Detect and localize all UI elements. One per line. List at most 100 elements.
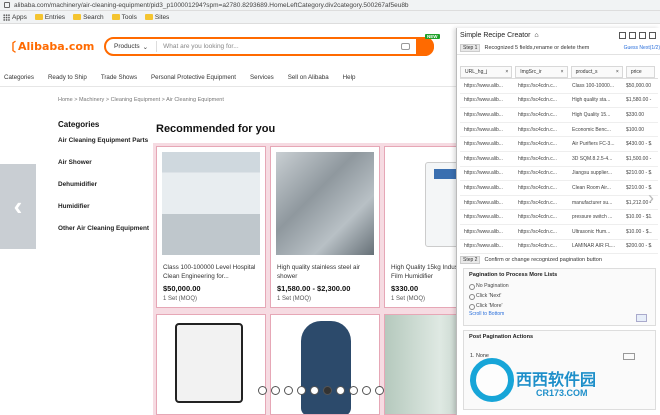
table-cell: $200.00 - $...	[626, 243, 652, 250]
column-header[interactable]: price	[625, 66, 655, 78]
url-text[interactable]: alibaba.com/machinery/air-cleaning-equip…	[14, 2, 409, 9]
pagination-option[interactable]: Click 'Next'	[464, 291, 655, 301]
step2-badge: Step 2	[460, 256, 481, 264]
carousel-dot[interactable]	[336, 386, 345, 395]
table-cell: https://sc4cdn.c...	[518, 199, 557, 206]
table-cell: https://www.alib...	[464, 243, 503, 250]
table-cell: Jiangsu supplier...	[572, 170, 613, 177]
search-category-select[interactable]: Products ⌄	[106, 41, 158, 52]
column-header[interactable]: ImgSrc_ir ×	[515, 66, 568, 78]
carousel-dot-active[interactable]	[323, 386, 332, 395]
bookmark-tools[interactable]: Tools	[111, 14, 137, 21]
table-cell: https://www.alib...	[464, 141, 503, 148]
product-card[interactable]	[153, 311, 269, 415]
product-card[interactable]: High quality stainless steel air shower …	[267, 143, 383, 311]
category-item[interactable]: Other Air Cleaning Equipment	[58, 225, 150, 233]
nav-services[interactable]: Services	[250, 74, 288, 81]
carousel-dot[interactable]	[310, 386, 319, 395]
panel-header: Simple Recipe Creator ⌂	[457, 28, 660, 42]
product-image[interactable]	[175, 323, 243, 403]
undock-icon[interactable]	[629, 31, 636, 39]
carousel-dot[interactable]	[362, 386, 371, 395]
scroll-to-bottom-option[interactable]: Scroll to Bottom	[464, 311, 655, 317]
product-name[interactable]: Class 100-100000 Level Hospital Clean En…	[163, 263, 261, 281]
product-card[interactable]: Class 100-100000 Level Hospital Clean En…	[153, 143, 269, 311]
table-cell: https://www.alib...	[464, 228, 503, 235]
dock-icon[interactable]	[619, 31, 626, 39]
bookmark-entries[interactable]: Entries	[34, 14, 65, 21]
column-header[interactable]: URL_hg_j ×	[460, 66, 513, 78]
carousel-dot[interactable]	[271, 386, 280, 395]
product-image[interactable]	[162, 152, 260, 255]
nav-ready-to-ship[interactable]: Ready to Ship	[48, 74, 101, 81]
carousel-dot[interactable]	[297, 386, 306, 395]
table-row: https://www.alib... https://sc4cdn.c... 3D…	[460, 152, 658, 167]
table-cell: Ultrasonic Hum...	[572, 228, 611, 235]
camera-icon[interactable]	[401, 43, 410, 50]
table-cell: https://sc4cdn.c...	[518, 111, 557, 118]
table-cell: $1,580.00 - $...	[626, 97, 652, 104]
nav-sell[interactable]: Sell on Alibaba	[288, 74, 343, 81]
product-name[interactable]: High quality stainless steel air shower	[277, 263, 375, 281]
alibaba-logo[interactable]: 〔 Alibaba.com	[4, 38, 94, 55]
guess-next-button[interactable]: Guess Next(1/2)	[624, 45, 660, 51]
category-item[interactable]: Humidifier	[58, 203, 150, 211]
categories-title: Categories	[58, 120, 100, 129]
carousel-dot[interactable]	[258, 386, 267, 395]
table-cell: LAMINAR AIR FL...	[572, 243, 616, 250]
close-icon[interactable]: ×	[561, 69, 567, 75]
minimize-icon[interactable]	[639, 31, 646, 39]
bookmark-search[interactable]: Search	[73, 14, 104, 21]
category-item[interactable]: Dehumidifier	[58, 181, 150, 189]
search-bar[interactable]: Products ⌄ What are you looking for...	[104, 37, 434, 56]
product-price: $330.00	[391, 284, 419, 293]
product-moq: 1 Set (MOQ)	[163, 296, 198, 302]
pagination-option[interactable]: Click 'More'	[464, 301, 655, 311]
recommended-title: Recommended for you	[156, 123, 276, 135]
table-cell: $330.00	[626, 111, 645, 118]
chevron-right-icon[interactable]: ›	[648, 188, 654, 209]
table-cell: https://sc4cdn.c...	[518, 243, 557, 250]
close-icon[interactable]: ×	[505, 69, 511, 75]
table-cell: https://sc4cdn.c...	[518, 214, 557, 221]
bookmark-sites[interactable]: Sites	[144, 14, 169, 21]
product-image[interactable]	[301, 321, 351, 414]
watermark-text: 西西软件园	[516, 370, 597, 389]
table-row: https://www.alib... https://sc4cdn.c... LA…	[460, 240, 658, 255]
product-image[interactable]	[276, 152, 374, 255]
column-header[interactable]: product_s ×	[570, 66, 623, 78]
category-item[interactable]: Air Shower	[58, 159, 150, 167]
table-cell: https://www.alib...	[464, 170, 503, 177]
breadcrumb[interactable]: Home > Machinery > Cleaning Equipment > …	[58, 97, 224, 103]
nav-trade-shows[interactable]: Trade Shows	[101, 74, 151, 81]
nav-categories[interactable]: Categories	[0, 74, 48, 81]
carousel-dot[interactable]	[375, 386, 384, 395]
table-cell: $10.00 - $...	[626, 228, 652, 235]
folder-icon	[144, 14, 153, 20]
carousel-dot[interactable]	[284, 386, 293, 395]
product-moq: 1 Set (MOQ)	[277, 296, 312, 302]
product-card[interactable]	[267, 311, 383, 415]
nav-help[interactable]: Help	[343, 74, 370, 81]
bookmark-apps[interactable]: Apps	[3, 13, 27, 21]
search-input[interactable]: What are you looking for...	[157, 43, 401, 50]
settings-icon[interactable]	[636, 314, 647, 322]
category-item[interactable]: Air Cleaning Equipment Parts	[58, 137, 150, 145]
table-header: URL_hg_j × ImgSrc_ir × product_s × price	[460, 66, 658, 79]
close-icon[interactable]	[649, 31, 656, 39]
carousel-prev-button[interactable]: ‹	[0, 164, 36, 249]
table-row: https://www.alib... https://sc4cdn.c... Cl…	[460, 79, 658, 94]
nav-ppe[interactable]: Personal Protective Equipment	[151, 74, 250, 81]
address-bar[interactable]: alibaba.com/machinery/air-cleaning-equip…	[0, 0, 660, 11]
table-cell: https://sc4cdn.c...	[518, 97, 557, 104]
close-icon[interactable]: ×	[616, 69, 622, 75]
step2-bar: Step 2 Confirm or change recognized pagi…	[460, 256, 658, 264]
carousel-dot[interactable]	[349, 386, 358, 395]
pagination-option[interactable]: No Pagination	[464, 281, 655, 291]
post-pagination-title: Post Pagination Actions	[469, 334, 534, 340]
cake-icon: ⌂	[534, 31, 539, 39]
table-row: https://www.alib... https://sc4cdn.c... Cl…	[460, 181, 658, 196]
search-button[interactable]	[416, 37, 434, 56]
bookmarks-bar: Apps Entries Search Tools Sites	[0, 11, 660, 24]
chevron-down-icon: ⌄	[142, 43, 149, 51]
